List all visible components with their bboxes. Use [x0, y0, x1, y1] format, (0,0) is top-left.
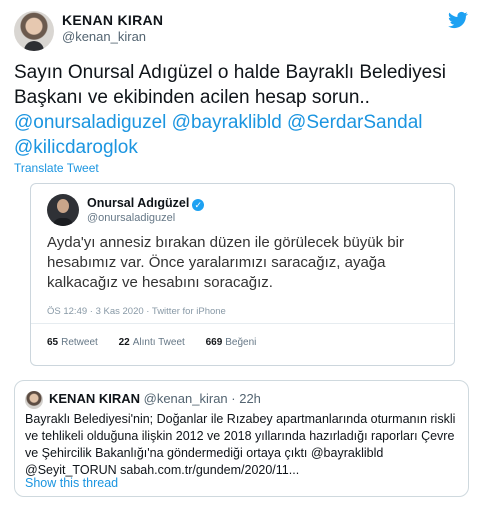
translate-tweet-link[interactable]: Translate Tweet — [14, 161, 99, 175]
quoted-tweet-text: Bayraklı Belediyesi'nin; Doğanlar ile Rı… — [25, 411, 463, 479]
tweet-text-line: Başkanı ve ekibinden acilen hesap sorun.… — [14, 87, 370, 108]
quoted-author-avatar — [25, 391, 43, 409]
author-name[interactable]: KENAN KIRAN — [62, 12, 163, 28]
tweet-header: KENAN KIRAN @kenan_kiran — [14, 8, 469, 52]
author-handle[interactable]: @kenan_kiran — [62, 29, 146, 44]
embedded-author-name: Onursal Adıgüzel ✓ — [87, 196, 205, 211]
like-stat: 669 Beğeni — [206, 337, 257, 348]
twitter-bird-icon[interactable] — [447, 10, 469, 30]
quoted-tweet-card[interactable]: KENAN KIRAN @kenan_kiran · 22h Bayraklı … — [14, 380, 469, 497]
quoted-text-line: Bayraklı Belediyesi'nin; Doğanlar ile Rı… — [25, 412, 456, 426]
quoted-author-handle: @kenan_kiran — [143, 391, 228, 406]
embedded-text-line: kalkacağız ve hesabını soracağız. — [47, 274, 273, 291]
quote-tweet-stat: 22 Alıntı Tweet — [119, 337, 185, 348]
mention-links[interactable]: @onursaladiguzel @bayraklibld @SerdarSan… — [14, 110, 469, 135]
retweet-count: 65 — [47, 337, 59, 348]
quote-tweet-count: 22 — [118, 337, 130, 348]
like-count: 669 — [205, 337, 223, 348]
embedded-text-line: hesabımız var. Önce yaralarımızı saracağ… — [47, 254, 386, 271]
embedded-tweet-text: Ayda'yı annesiz bırakan düzen ile görüle… — [47, 233, 447, 293]
retweet-label: Retweet — [61, 337, 98, 348]
quoted-author-line: KENAN KIRAN @kenan_kiran · 22h — [49, 391, 261, 406]
show-thread-link[interactable]: Show this thread — [25, 476, 118, 490]
retweet-stat: 65 Retweet — [47, 337, 98, 348]
embedded-author-name-text: Onursal Adıgüzel — [87, 196, 190, 210]
quoted-author-name: KENAN KIRAN — [49, 391, 140, 406]
embedded-tweet-screenshot[interactable]: Onursal Adıgüzel ✓ @onursaladiguzel Ayda'… — [30, 183, 455, 366]
embedded-author-avatar — [47, 194, 79, 226]
divider — [31, 323, 454, 324]
embedded-tweet-stats: 65 Retweet 22 Alıntı Tweet 669 Beğeni — [47, 337, 274, 348]
embedded-text-line: Ayda'yı annesiz bırakan düzen ile görüle… — [47, 234, 404, 251]
verified-badge-icon: ✓ — [192, 199, 205, 211]
embedded-author-handle: @onursaladiguzel — [87, 212, 176, 224]
embedded-tweet-timestamp: ÖS 12:49 · 3 Kas 2020 · Twitter for iPho… — [47, 306, 226, 317]
like-label: Beğeni — [225, 337, 257, 348]
mention-link[interactable]: @kilicdaroglok — [14, 135, 469, 160]
quoted-text-line: ve tehlikeli olduğuna ilişkin 2012 ve 20… — [25, 429, 455, 443]
quoted-text-line: ve Şehircilik Bakanlığı'na göndermediği … — [25, 446, 384, 460]
quote-tweet-label: Alıntı Tweet — [132, 337, 185, 348]
quoted-tweet-time: · 22h — [231, 391, 261, 406]
author-avatar[interactable] — [14, 11, 54, 51]
tweet-text-line: Sayın Onursal Adıgüzel o halde Bayraklı … — [14, 62, 446, 83]
tweet-body: Sayın Onursal Adıgüzel o halde Bayraklı … — [14, 60, 469, 160]
